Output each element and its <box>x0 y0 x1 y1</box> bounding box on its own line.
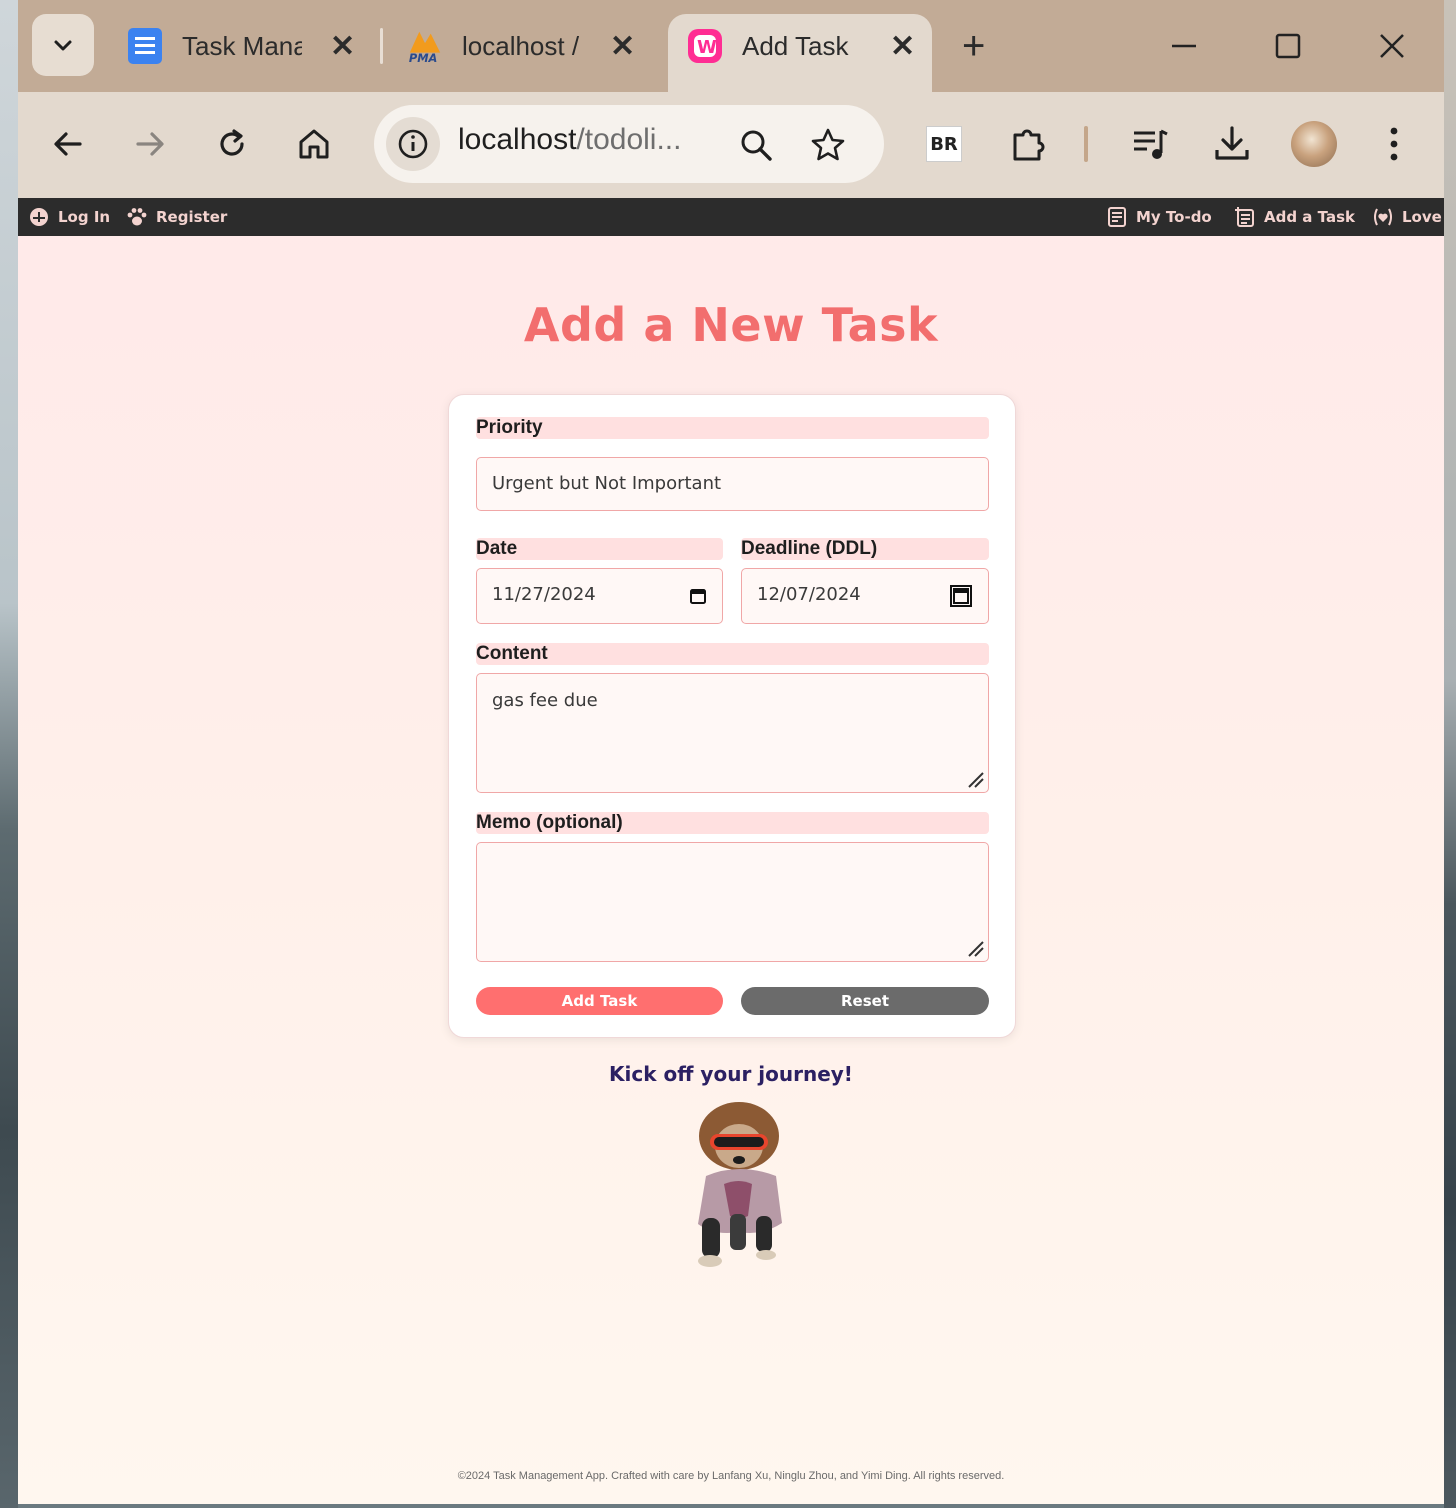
nav-love[interactable]: Love <box>1372 206 1442 228</box>
deadline-label: Deadline (DDL) <box>741 538 989 560</box>
media-control-icon[interactable] <box>1126 120 1174 168</box>
footer-copyright: ©2024 Task Management App. Crafted with … <box>457 1470 1005 1482</box>
svg-text:W: W <box>697 37 717 58</box>
nav-add-task-label: Add a Task <box>1264 208 1355 226</box>
memo-label: Memo (optional) <box>476 812 989 834</box>
new-tab-button[interactable]: + <box>962 24 985 69</box>
avatar <box>1291 121 1337 167</box>
close-tab-icon[interactable]: ✕ <box>610 29 635 64</box>
url-host: localhost <box>458 123 577 156</box>
browser-toolbar: localhost/todoli... BR <box>18 92 1444 198</box>
page-viewport: Log In Register My To-do Add a Task Love… <box>18 198 1444 1504</box>
svg-text:PMA: PMA <box>409 51 438 65</box>
content-textarea[interactable]: gas fee due <box>476 673 989 793</box>
resize-handle-icon[interactable] <box>967 940 985 958</box>
back-icon[interactable] <box>44 120 92 168</box>
br-extension-label: BR <box>926 126 962 162</box>
nav-love-label: Love <box>1402 208 1442 226</box>
wampserver-icon: W <box>686 27 724 65</box>
browser-window: Task Manag ✕ PMA localhost / ✕ W Add Tas… <box>18 0 1444 1504</box>
login-icon <box>28 206 50 228</box>
nav-login-label: Log In <box>58 208 111 226</box>
tab-separator <box>380 28 383 64</box>
page-title: Add a New Task <box>523 298 939 352</box>
download-icon[interactable] <box>1208 120 1256 168</box>
toolbar-divider <box>1084 126 1088 162</box>
reset-button[interactable]: Reset <box>741 987 989 1015</box>
bookmark-star-icon[interactable] <box>808 125 848 165</box>
tab-task-manager[interactable]: Task Manag ✕ <box>126 14 355 78</box>
br-extension-icon[interactable]: BR <box>920 120 968 168</box>
nav-register-label: Register <box>156 208 228 226</box>
date-label: Date <box>476 538 723 560</box>
priority-label: Priority <box>476 417 989 439</box>
deadline-value: 12/07/2024 <box>757 584 861 605</box>
site-info-icon[interactable] <box>386 117 440 171</box>
minimize-icon[interactable] <box>1164 26 1204 66</box>
tagline: Kick off your journey! <box>609 1062 853 1086</box>
docs-icon <box>126 27 164 65</box>
tab-add-task[interactable]: W Add Task ✕ <box>686 14 915 78</box>
add-list-icon <box>1234 206 1256 228</box>
tab-phpmyadmin[interactable]: PMA localhost / ✕ <box>406 14 635 78</box>
priority-select[interactable]: Urgent but Not Important <box>476 457 989 511</box>
tab-search-button[interactable] <box>32 14 94 76</box>
tab-strip: Task Manag ✕ PMA localhost / ✕ W Add Tas… <box>18 0 1444 94</box>
address-bar[interactable]: localhost/todoli... <box>374 105 884 183</box>
tab-label: Task Manag <box>182 30 302 61</box>
calendar-icon[interactable] <box>687 585 709 607</box>
add-task-button[interactable]: Add Task <box>476 987 723 1015</box>
memo-textarea[interactable] <box>476 842 989 962</box>
heart-icon <box>1372 206 1394 228</box>
maximize-icon[interactable] <box>1268 26 1308 66</box>
extensions-puzzle-icon[interactable] <box>1004 120 1052 168</box>
home-icon[interactable] <box>290 120 338 168</box>
forward-icon[interactable] <box>126 120 174 168</box>
top-navbar: Log In Register My To-do Add a Task Love <box>18 198 1444 236</box>
paw-icon <box>126 206 148 228</box>
list-icon <box>1106 206 1128 228</box>
chevron-down-icon <box>54 40 72 51</box>
tab-label: Add Task <box>742 30 849 61</box>
deadline-input[interactable]: 12/07/2024 <box>741 568 989 624</box>
phpmyadmin-icon: PMA <box>406 27 444 65</box>
close-tab-icon[interactable]: ✕ <box>890 29 915 64</box>
dog-mascot-image <box>698 1102 782 1267</box>
tab-label: localhost / <box>462 30 580 61</box>
nav-my-todo-label: My To-do <box>1136 208 1212 226</box>
resize-handle-icon[interactable] <box>967 771 985 789</box>
desktop-background-right <box>1444 0 1456 1508</box>
date-value: 11/27/2024 <box>492 584 596 605</box>
close-window-icon[interactable] <box>1372 26 1412 66</box>
url-path: /todoli... <box>576 123 682 156</box>
desktop-background-left <box>0 0 18 1508</box>
date-input[interactable]: 11/27/2024 <box>476 568 723 624</box>
more-menu-icon[interactable] <box>1370 120 1418 168</box>
url-text[interactable]: localhost/todoli... <box>458 123 681 157</box>
calendar-icon[interactable] <box>950 585 972 607</box>
nav-my-todo[interactable]: My To-do <box>1106 206 1212 228</box>
zoom-icon[interactable] <box>736 125 776 165</box>
content-value: gas fee due <box>492 690 598 711</box>
profile-avatar[interactable] <box>1290 120 1338 168</box>
nav-add-task[interactable]: Add a Task <box>1234 206 1355 228</box>
reload-icon[interactable] <box>208 120 256 168</box>
add-task-form: Priority Urgent but Not Important Date D… <box>448 394 1016 1038</box>
nav-login[interactable]: Log In <box>28 206 110 228</box>
content-label: Content <box>476 643 989 665</box>
close-tab-icon[interactable]: ✕ <box>330 29 355 64</box>
nav-register[interactable]: Register <box>126 206 227 228</box>
